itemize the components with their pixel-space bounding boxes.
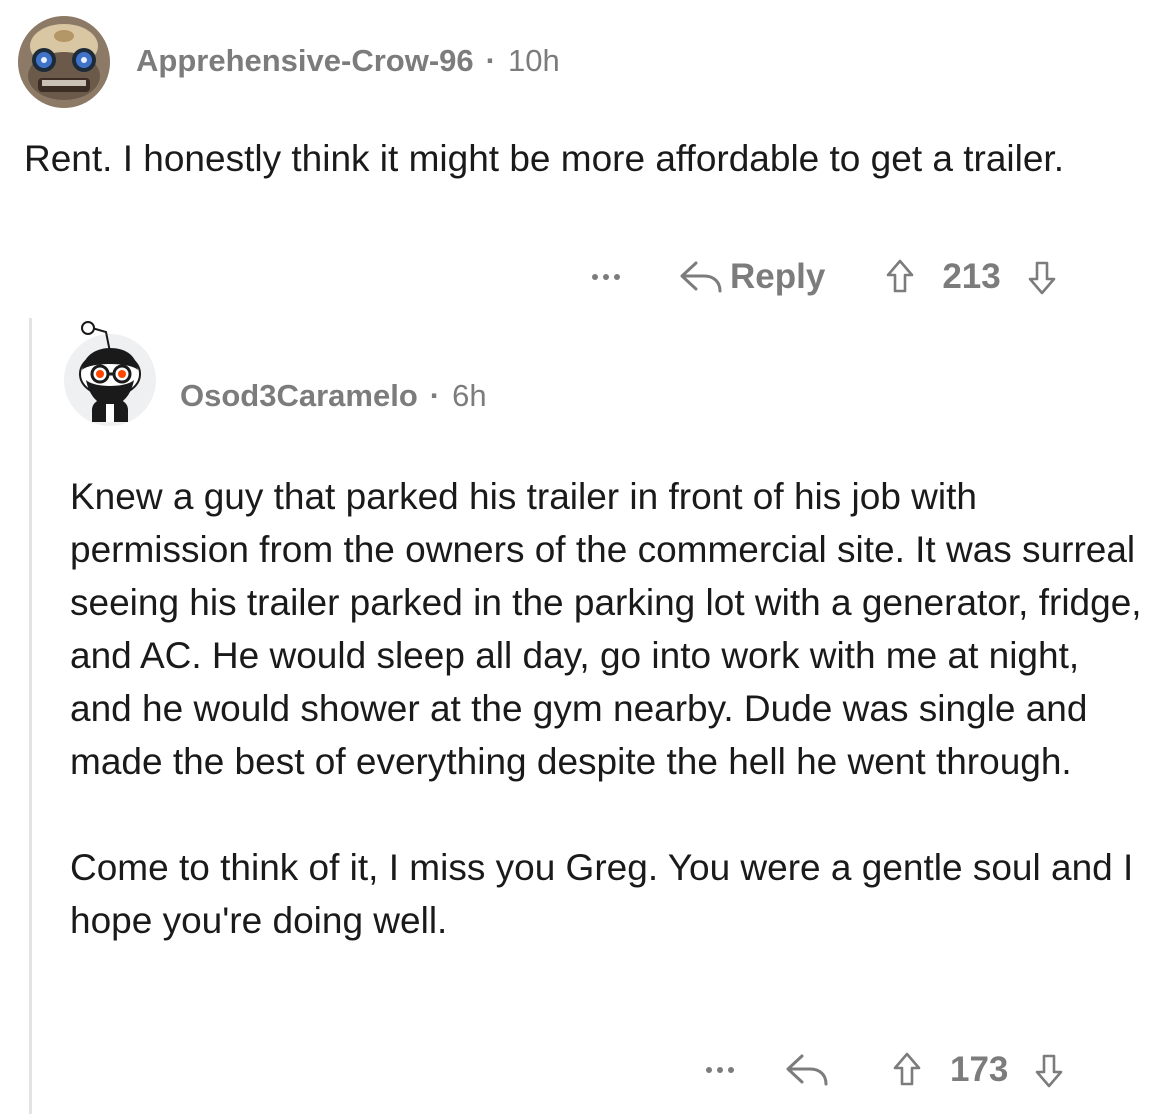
avatar-image-icon bbox=[18, 16, 110, 108]
downvote-button[interactable] bbox=[1027, 258, 1057, 296]
reply-button[interactable]: Reply bbox=[678, 257, 825, 297]
comment-actions: Reply 213 bbox=[592, 252, 1057, 302]
more-dots-icon bbox=[706, 1067, 734, 1073]
comment-text: Rent. I honestly think it might be more … bbox=[24, 138, 1064, 179]
comment-body: Rent. I honestly think it might be more … bbox=[24, 132, 1144, 185]
reply-header: Osod3Caramelo · 6h bbox=[62, 321, 487, 428]
avatar[interactable] bbox=[18, 16, 110, 108]
reply-button[interactable] bbox=[784, 1050, 832, 1090]
upvote-button[interactable] bbox=[892, 1051, 922, 1089]
username[interactable]: Osod3Caramelo bbox=[180, 378, 418, 414]
timestamp[interactable]: 6h bbox=[452, 378, 486, 414]
meta-separator: · bbox=[485, 43, 496, 78]
more-options-button[interactable] bbox=[592, 257, 620, 297]
avatar[interactable] bbox=[62, 321, 158, 428]
vote-score: 213 bbox=[942, 257, 1001, 296]
thread-line[interactable] bbox=[29, 318, 32, 1114]
username[interactable]: Apprehensive-Crow-96 bbox=[136, 43, 474, 79]
downvote-button[interactable] bbox=[1034, 1051, 1064, 1089]
comment-header: Apprehensive-Crow-96 · 10h bbox=[18, 16, 560, 108]
more-options-button[interactable] bbox=[706, 1050, 734, 1090]
meta-separator: · bbox=[429, 378, 441, 413]
timestamp[interactable]: 10h bbox=[508, 43, 560, 79]
downvote-arrow-icon bbox=[1036, 1054, 1063, 1088]
reply-arrow-icon bbox=[786, 1054, 828, 1086]
upvote-button[interactable] bbox=[885, 258, 915, 296]
upvote-arrow-icon bbox=[887, 259, 914, 293]
downvote-arrow-icon bbox=[1028, 261, 1056, 295]
reply-body: Knew a guy that parked his trailer in fr… bbox=[70, 470, 1150, 947]
reply-paragraph: Come to think of it, I miss you Greg. Yo… bbox=[70, 847, 1134, 941]
reply-label: Reply bbox=[730, 257, 826, 296]
upvote-arrow-icon bbox=[893, 1052, 921, 1086]
more-dots-icon bbox=[592, 274, 620, 280]
reply-meta: Osod3Caramelo · 6h bbox=[180, 378, 487, 414]
reply-paragraph: Knew a guy that parked his trailer in fr… bbox=[70, 476, 1142, 782]
reply-actions: 173 bbox=[706, 1045, 1064, 1095]
reply-arrow-icon bbox=[680, 261, 722, 293]
vote-score: 173 bbox=[950, 1050, 1009, 1089]
snoo-avatar-icon bbox=[64, 321, 156, 426]
comment-meta: Apprehensive-Crow-96 · 10h bbox=[136, 43, 560, 79]
